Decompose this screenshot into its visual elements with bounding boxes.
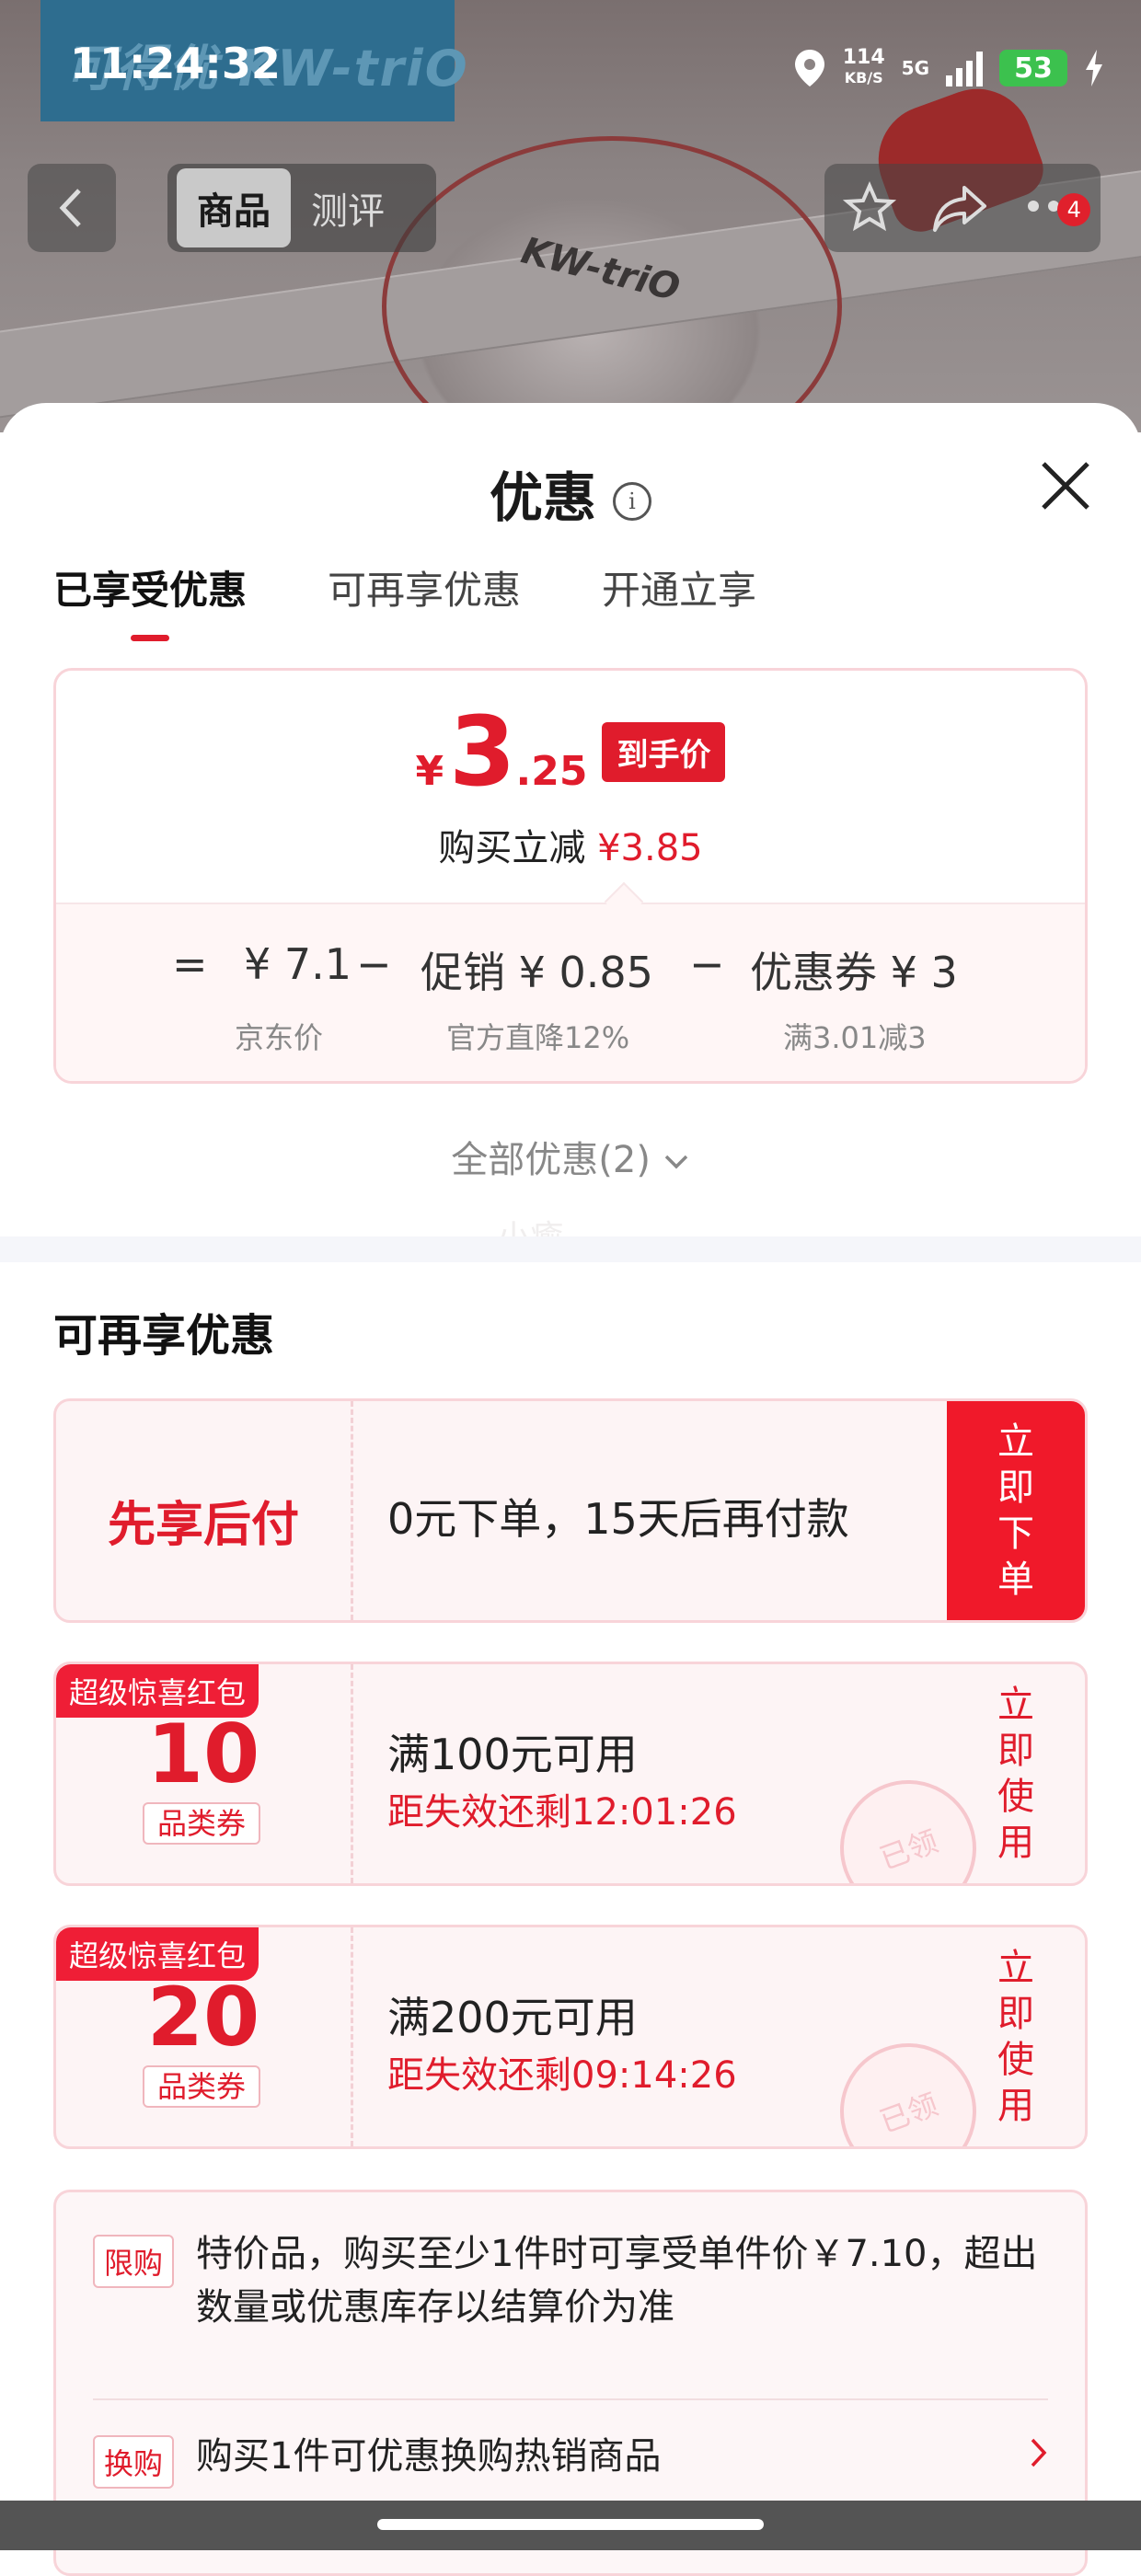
price-integer: 3 bbox=[449, 696, 516, 808]
status-icons: 114 KB/S 5G 53 bbox=[793, 40, 1104, 96]
final-price-card: ¥ 3 .25 到手价 购买立减 ¥3.85 = ¥ 7.1 − 促销 ¥ 0.… bbox=[53, 668, 1088, 1084]
coupon-condition: 满100元可用 bbox=[387, 1730, 638, 1779]
share-icon[interactable] bbox=[931, 180, 990, 236]
tab-product[interactable]: 商品 bbox=[177, 168, 291, 247]
price-decimal: .25 bbox=[515, 748, 588, 795]
back-button[interactable] bbox=[28, 164, 116, 252]
sheet-title: 优惠 bbox=[489, 466, 596, 529]
reduce-amount: ¥3.85 bbox=[597, 827, 703, 869]
info-icon[interactable]: i bbox=[613, 481, 651, 521]
final-price: ¥ 3 .25 到手价 bbox=[56, 704, 1085, 799]
charging-icon bbox=[1086, 50, 1102, 86]
coupon-label: 满3.01减3 bbox=[783, 1020, 927, 1055]
star-icon[interactable] bbox=[842, 180, 897, 236]
header-actions: 4 bbox=[824, 164, 1101, 252]
more-menu[interactable]: 4 bbox=[1024, 193, 1091, 226]
coupon-category: 品类券 bbox=[143, 1802, 260, 1845]
tab-more-offers[interactable]: 可再享优惠 bbox=[328, 559, 521, 615]
coupon-countdown: 距失效还剩09:14:26 bbox=[387, 2054, 737, 2097]
pay-later-card[interactable]: 先享后付 0元下单，15天后再付款 立即 下单 bbox=[53, 1398, 1088, 1623]
promo-value: 促销 ¥ 0.85 bbox=[421, 948, 653, 997]
coupon-left: 先享后付 bbox=[56, 1401, 353, 1620]
section-divider bbox=[0, 1236, 1141, 1262]
limit-tag: 限购 bbox=[93, 2235, 175, 2288]
signal-bars-icon bbox=[946, 50, 983, 86]
offers-sheet: 优惠 i 已享受优惠 可再享优惠 开通立享 ¥ 3 .25 到手价 购买立减 ¥3… bbox=[0, 403, 1141, 2576]
coupon-card: 超级惊喜红包 10 品类券 满100元可用 距失效还剩12:01:26 已领 立… bbox=[53, 1662, 1088, 1886]
coupon-countdown: 距失效还剩12:01:26 bbox=[387, 1791, 737, 1834]
tab-enjoyed-offers[interactable]: 已享受优惠 bbox=[53, 559, 247, 615]
chevron-down-icon bbox=[664, 1155, 687, 1169]
home-indicator[interactable] bbox=[377, 2519, 764, 2530]
offer-tabs: 已享受优惠 可再享优惠 开通立享 bbox=[53, 559, 756, 615]
exchange-tag: 换购 bbox=[93, 2435, 175, 2489]
coupon-amount: 20 bbox=[146, 1970, 260, 2064]
coupon-left: 超级惊喜红包 20 品类券 bbox=[56, 1927, 353, 2146]
minus-sign: − bbox=[689, 939, 725, 989]
minus-sign: − bbox=[356, 939, 392, 989]
divider bbox=[93, 2398, 1048, 2400]
promo-label: 官方直降12% bbox=[446, 1020, 630, 1055]
tab-activate-offers[interactable]: 开通立享 bbox=[602, 559, 756, 615]
coupon-left: 超级惊喜红包 10 品类券 bbox=[56, 1664, 353, 1883]
final-price-tag: 到手价 bbox=[602, 721, 726, 782]
equals-sign: = bbox=[172, 939, 208, 989]
sheet-title-row: 优惠 i bbox=[0, 454, 1141, 532]
pay-later-title: 先享后付 bbox=[107, 1498, 299, 1553]
chevron-right-icon bbox=[1031, 2438, 1047, 2467]
use-now-button[interactable]: 立即 使用 bbox=[947, 1664, 1085, 1883]
reduce-label: 购买立减 bbox=[438, 827, 586, 869]
exchange-text: 购买1件可优惠换购热销商品 bbox=[196, 2435, 662, 2478]
coupon-amount: 10 bbox=[146, 1707, 260, 1801]
coupon-category: 品类券 bbox=[143, 2065, 260, 2108]
close-icon[interactable] bbox=[1038, 458, 1093, 513]
coupon-card: 超级惊喜红包 20 品类券 满200元可用 距失效还剩09:14:26 已领 立… bbox=[53, 1925, 1088, 2149]
section-title: 可再享优惠 bbox=[53, 1310, 275, 1362]
net-speed: 114 KB/S bbox=[842, 46, 885, 87]
order-now-button[interactable]: 立即 下单 bbox=[947, 1401, 1085, 1620]
coupon-condition: 满200元可用 bbox=[387, 1993, 638, 2042]
status-time: 11:24:32 bbox=[70, 39, 281, 88]
reduce-line: 购买立减 ¥3.85 bbox=[56, 818, 1085, 871]
currency-symbol: ¥ bbox=[415, 748, 444, 795]
pay-later-desc: 0元下单，15天后再付款 bbox=[387, 1494, 849, 1544]
jd-price-label: 京东价 bbox=[235, 1020, 324, 1055]
limit-text: 特价品，购买至少1件时可享受单件价￥7.10，超出数量或优惠库存以结算价为准 bbox=[196, 2233, 1038, 2329]
price-breakdown: = ¥ 7.1 − 促销 ¥ 0.85 − 优惠券 ¥ 3 京东价 官方直降12… bbox=[56, 903, 1085, 1081]
notification-badge: 4 bbox=[1057, 193, 1091, 226]
coupon-value: 优惠券 ¥ 3 bbox=[750, 948, 958, 997]
location-icon bbox=[794, 50, 824, 86]
use-now-button[interactable]: 立即 使用 bbox=[947, 1927, 1085, 2146]
chevron-left-icon bbox=[59, 189, 81, 227]
product-tab-switcher: 商品 测评 bbox=[167, 164, 436, 252]
tab-review[interactable]: 测评 bbox=[291, 168, 405, 247]
all-offers-label: 全部优惠(2) bbox=[451, 1139, 651, 1181]
jd-price: ¥ 7.1 bbox=[244, 939, 352, 989]
battery-icon: 53 bbox=[999, 50, 1067, 86]
signal-type: 5G bbox=[901, 57, 929, 79]
all-offers-toggle[interactable]: 全部优惠(2) bbox=[0, 1130, 1141, 1183]
